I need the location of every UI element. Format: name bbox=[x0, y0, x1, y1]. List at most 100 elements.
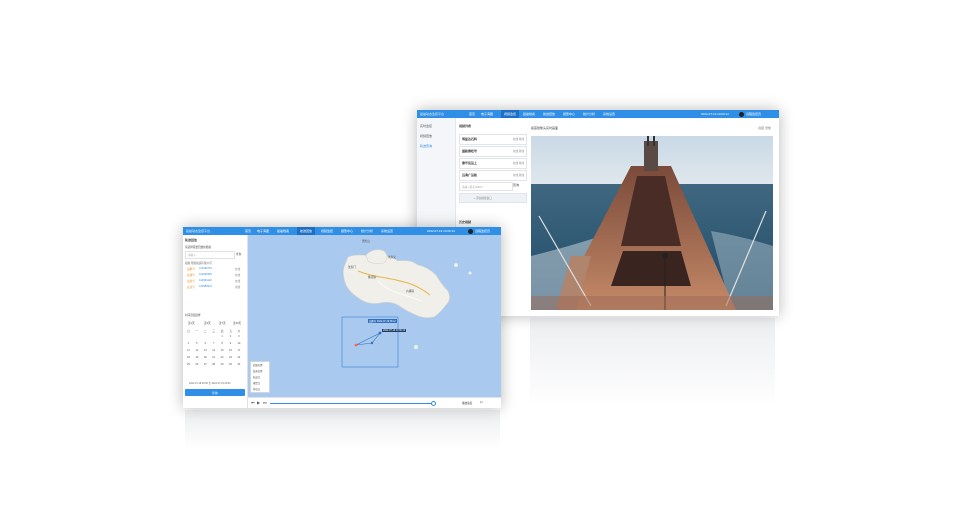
tab-settings[interactable]: 系统设置 bbox=[381, 227, 393, 235]
calendar-day[interactable]: 26 bbox=[193, 363, 200, 366]
tab-chart[interactable]: 电子海图 bbox=[257, 227, 269, 235]
quick-range-3d[interactable]: 近3天 bbox=[204, 321, 211, 325]
tab-video[interactable]: 视频监控 bbox=[501, 110, 520, 118]
calendar-day[interactable]: 3 bbox=[235, 335, 242, 338]
islet bbox=[468, 271, 472, 275]
legend-alarm: 报警点 bbox=[253, 382, 261, 385]
ship-status: 在线 bbox=[235, 274, 241, 277]
tab-alarm[interactable]: 报警中心 bbox=[341, 227, 353, 235]
tab-stats[interactable]: 统计分析 bbox=[583, 110, 595, 118]
calendar-day[interactable]: 5 bbox=[193, 342, 200, 345]
quick-range-1d[interactable]: 近1天 bbox=[188, 321, 195, 325]
tab-home[interactable]: 首页 bbox=[469, 110, 475, 118]
add-video-button[interactable]: + 添加视频窗口 bbox=[459, 193, 527, 203]
list-item[interactable]: 远达号 413580947 离线 bbox=[185, 285, 245, 290]
skip-forward-icon[interactable]: ⏭ bbox=[263, 400, 267, 405]
track-point[interactable] bbox=[378, 331, 382, 335]
vessel-name: 泰华货运上 bbox=[462, 161, 478, 165]
record-label: 历史视频 bbox=[459, 220, 472, 224]
calendar-day[interactable]: 10 bbox=[235, 342, 242, 345]
sidebar-item-live[interactable]: 实时监控 bbox=[420, 124, 432, 128]
tab-archive[interactable]: 船舶档案 bbox=[277, 227, 289, 235]
query-button[interactable]: 查询 bbox=[185, 389, 245, 396]
vessel-row[interactable]: 泰华货运上 在线 离线 bbox=[459, 158, 527, 169]
ship-name: 远鹏号 bbox=[187, 268, 195, 271]
tab-home[interactable]: 首页 bbox=[245, 227, 251, 235]
vessel-row[interactable]: 国航泰旺号 在线 离线 bbox=[459, 146, 527, 157]
track-start-point[interactable] bbox=[354, 343, 358, 347]
calendar-day[interactable]: 24 bbox=[235, 356, 242, 359]
quick-range-30d[interactable]: 近30天 bbox=[233, 321, 241, 325]
tab-chart[interactable]: 电子海图 bbox=[481, 110, 493, 118]
ship-search-input[interactable]: 请输入 bbox=[185, 251, 235, 259]
calendar-day[interactable]: 27 bbox=[202, 363, 209, 366]
skip-back-icon[interactable]: ⏮ bbox=[251, 400, 255, 405]
list-item[interactable]: 远鹏号 413490751 在线 bbox=[185, 267, 245, 272]
calendar-day[interactable]: 20 bbox=[202, 356, 209, 359]
search-placeholder: 请输入 bbox=[188, 254, 196, 257]
back-top-nav: 船舶动态监控平台 首页 电子海图 视频监控 船舶档案 航迹回放 报警中心 统计分… bbox=[417, 110, 779, 118]
map-label: 普陀山 bbox=[362, 240, 370, 243]
avatar[interactable] bbox=[739, 111, 744, 117]
tab-video[interactable]: 视频监控 bbox=[321, 227, 333, 235]
calendar-day[interactable]: 7 bbox=[210, 342, 217, 345]
calendar-day[interactable]: 17 bbox=[235, 349, 242, 352]
vessel-row[interactable]: 明星达石料 在线 离线 bbox=[459, 134, 527, 145]
calendar-day[interactable]: 15 bbox=[219, 349, 226, 352]
track-point[interactable] bbox=[370, 341, 374, 345]
playback-bar: ⏮ ▶ ⏭ 播放速度 1x bbox=[248, 397, 501, 408]
calendar-day[interactable]: 13 bbox=[202, 349, 209, 352]
calendar-day[interactable]: 25 bbox=[185, 363, 192, 366]
calendar-day[interactable]: 19 bbox=[193, 356, 200, 359]
sidebar-item-playback[interactable]: 视频回放 bbox=[420, 134, 432, 138]
calendar-day[interactable]: 6 bbox=[202, 342, 209, 345]
time-range-label: 时间范围选择 bbox=[185, 314, 201, 317]
date-picker-calendar[interactable]: 日一二三四五六 1 2 3 4 5 6 7 8 9 10 11 12 13 14 15 16 17 18 19 20 21… bbox=[185, 329, 245, 377]
calendar-day[interactable]: 23 bbox=[227, 356, 234, 359]
calendar-day[interactable]: 1 bbox=[219, 335, 226, 338]
calendar-day[interactable]: 18 bbox=[185, 356, 192, 359]
calendar-day[interactable]: 21 bbox=[210, 356, 217, 359]
calendar-day[interactable]: 9 bbox=[227, 342, 234, 345]
search-input[interactable]: 请输入船名/MMSI bbox=[459, 182, 513, 191]
calendar-day[interactable]: 2 bbox=[227, 335, 234, 338]
user-name[interactable]: 远程监控员 bbox=[746, 110, 761, 118]
calendar-day[interactable]: 11 bbox=[185, 349, 192, 352]
calendar-day[interactable]: 14 bbox=[210, 349, 217, 352]
selection-box[interactable] bbox=[341, 316, 399, 368]
calendar-day[interactable]: 22 bbox=[219, 356, 226, 359]
speed-select[interactable]: 1x bbox=[480, 401, 483, 404]
calendar-day[interactable]: 16 bbox=[227, 349, 234, 352]
calendar-day[interactable]: 29 bbox=[219, 363, 226, 366]
calendar-weekday: 四 bbox=[220, 330, 224, 333]
calendar-day[interactable]: 30 bbox=[227, 363, 234, 366]
search-button[interactable]: 查询 bbox=[236, 252, 241, 256]
legend-berth: 停泊点 bbox=[253, 388, 261, 391]
window-reflection bbox=[530, 318, 775, 408]
calendar-day[interactable]: 4 bbox=[185, 342, 192, 345]
calendar-day[interactable]: 8 bbox=[219, 342, 226, 345]
calendar-day[interactable]: 31 bbox=[235, 363, 242, 366]
tab-replay[interactable]: 航迹回放 bbox=[297, 227, 316, 235]
ship-name: 远航号 bbox=[187, 280, 195, 283]
calendar-day[interactable]: 12 bbox=[193, 349, 200, 352]
search-button[interactable]: 查询 bbox=[513, 183, 519, 187]
list-item[interactable]: 远航号 413361122 在线 bbox=[185, 279, 245, 284]
sidebar-item-track[interactable]: 轨迹查询 bbox=[420, 144, 432, 148]
vessel-row[interactable]: 远海广运航 在线 离线 bbox=[459, 170, 527, 181]
list-item[interactable]: 远驰号 413250381 在线 bbox=[185, 273, 245, 278]
avatar[interactable] bbox=[468, 228, 473, 234]
tab-archive[interactable]: 船舶档案 bbox=[523, 110, 535, 118]
tab-stats[interactable]: 统计分析 bbox=[361, 227, 373, 235]
calendar-day[interactable]: 28 bbox=[210, 363, 217, 366]
progress-handle[interactable] bbox=[431, 401, 436, 406]
quick-range-7d[interactable]: 近7天 bbox=[219, 321, 226, 325]
tab-alarm[interactable]: 报警中心 bbox=[563, 110, 575, 118]
video-controls[interactable]: 截图 录像 bbox=[758, 126, 771, 130]
tab-replay[interactable]: 航迹回放 bbox=[543, 110, 555, 118]
user-name[interactable]: 远程监控员 bbox=[475, 227, 490, 235]
progress-slider[interactable] bbox=[270, 402, 432, 404]
tab-settings[interactable]: 系统设置 bbox=[603, 110, 615, 118]
sea-chart-map[interactable]: 普陀山 朱家尖 桃花镇 六横镇 沈家门 远鹏号 2022-07-19 08:12… bbox=[248, 235, 501, 398]
play-icon[interactable]: ▶ bbox=[257, 400, 260, 405]
